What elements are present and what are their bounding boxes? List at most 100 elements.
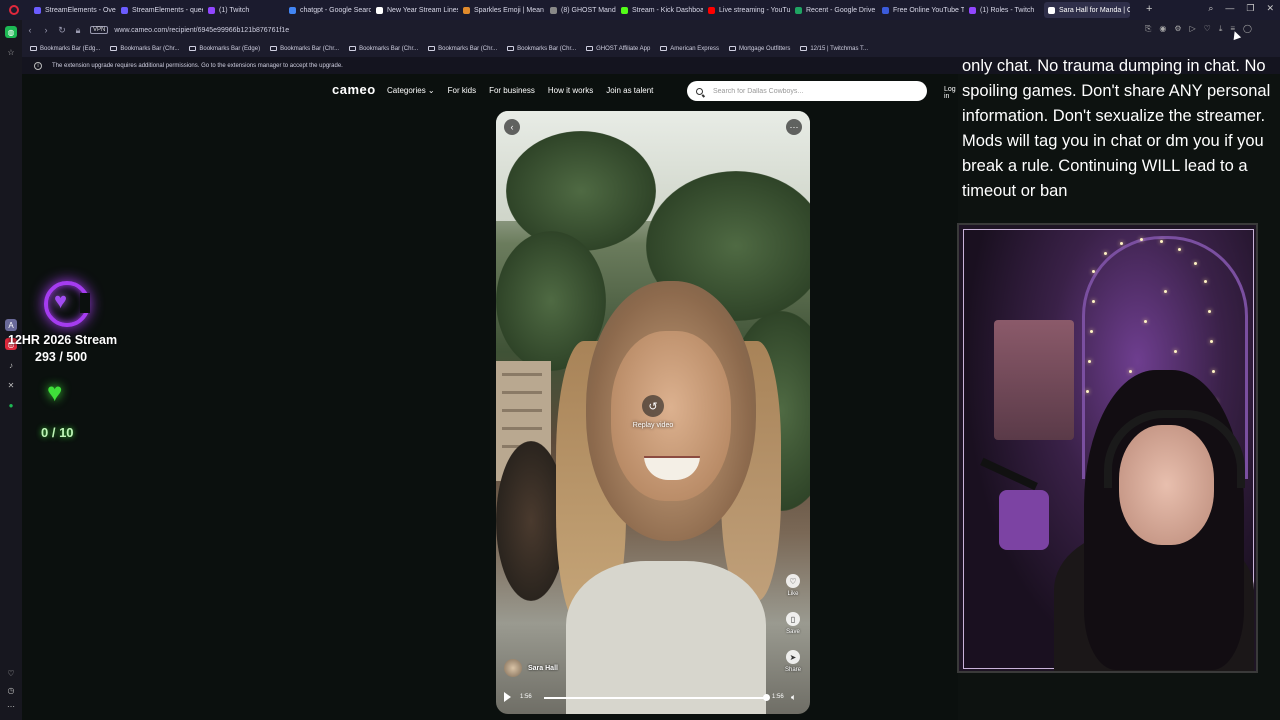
browser-tab[interactable]: (1) Roles - Twitch — [965, 2, 1043, 18]
browser-tab[interactable]: StreamElements - Overla — [30, 2, 116, 18]
heart-icon[interactable]: ♡ — [1204, 24, 1211, 34]
light-bulb — [1104, 252, 1107, 255]
bookmark-item[interactable]: Bookmarks Bar (Chr... — [428, 46, 497, 52]
heart-icon: ♡ — [786, 574, 800, 588]
url-field[interactable]: www.cameo.com/recipient/6945e99966b121b8… — [114, 27, 289, 34]
tab-label: StreamElements - Overla — [45, 6, 116, 14]
browser-tab[interactable]: Sparkles Emoji | Mean — [459, 2, 545, 18]
history-icon[interactable]: ◷ — [5, 684, 17, 696]
search-bar[interactable] — [687, 81, 927, 101]
download-icon[interactable]: ⤓ — [1219, 24, 1223, 34]
bookmark-item[interactable]: Mortgage Outfitters — [728, 46, 790, 52]
browser-tab[interactable]: New Year Stream Lines — [372, 2, 458, 18]
tab-favicon-icon — [121, 6, 128, 14]
avatar[interactable] — [504, 659, 522, 677]
tiktok-icon[interactable]: ♪ — [5, 359, 17, 371]
forward-button[interactable]: › — [38, 25, 54, 35]
login-link[interactable]: Log in — [944, 86, 958, 100]
save-button[interactable]: ▯ Save — [780, 612, 806, 635]
browser-tab[interactable]: Free Online YouTube Thu — [878, 2, 964, 18]
browser-tab[interactable]: Stream - Kick Dashboard — [617, 2, 703, 18]
progress-bar[interactable] — [544, 694, 770, 701]
camera-icon[interactable]: ◉ — [1159, 24, 1166, 34]
tab-favicon-icon — [621, 6, 628, 14]
bookmark-item[interactable]: 12/15 | Twitchmas T... — [800, 46, 868, 52]
chevron-down-icon: ⌄ — [427, 86, 435, 95]
more-options-icon[interactable]: ⋯ — [786, 119, 802, 135]
bookmark-label: Bookmarks Bar (Chr... — [120, 45, 180, 52]
close-window-button[interactable]: ✕ — [1266, 3, 1274, 14]
play-icon[interactable] — [504, 692, 511, 702]
tab-favicon-icon — [708, 6, 715, 14]
bookmark-item[interactable]: Bookmarks Bar (Chr... — [349, 46, 418, 52]
more-icon[interactable]: ⋯ — [5, 700, 17, 712]
microphone — [999, 490, 1049, 550]
replay-icon[interactable]: ↺ — [642, 395, 664, 417]
nav-for-business[interactable]: For business — [489, 86, 535, 95]
browser-tab[interactable]: (1) Twitch — [204, 2, 284, 18]
total-time: 1:56 — [772, 694, 784, 700]
info-message: The extension upgrade requires additiona… — [52, 62, 343, 69]
x-icon[interactable]: ✕ — [5, 379, 17, 391]
back-arrow-icon[interactable]: ‹ — [504, 119, 520, 135]
minimize-button[interactable]: — — [1225, 3, 1234, 14]
light-bulb — [1160, 240, 1163, 243]
creator-info[interactable]: Sara Hall — [504, 659, 558, 677]
heart-icon[interactable]: ♡ — [5, 667, 17, 679]
video-player[interactable]: ‹ ⋯ ↺ Replay video ♡ Like ▯ Save ➤ Share… — [496, 111, 810, 714]
bookmark-label: Bookmarks Bar (Chr... — [280, 45, 340, 52]
browser-tab[interactable]: Recent - Google Drive — [791, 2, 877, 18]
opera-logo[interactable] — [0, 0, 28, 20]
tab-favicon-icon — [550, 6, 557, 14]
reload-button[interactable]: ↻ — [54, 25, 70, 36]
vpn-badge[interactable]: VPN — [90, 26, 109, 34]
bookmark-item[interactable]: Bookmarks Bar (Chr... — [110, 46, 179, 52]
bookmark-item[interactable]: Bookmarks Bar (Edge) — [189, 46, 260, 52]
nav-join-as-talent[interactable]: Join as talent — [606, 86, 653, 95]
search-input[interactable] — [711, 86, 915, 96]
bookmark-item[interactable]: Bookmarks Bar (Chr... — [507, 46, 576, 52]
bookmark-item[interactable]: Bookmarks Bar (Edg... — [30, 46, 100, 52]
back-button[interactable]: ‹ — [22, 25, 38, 35]
player-icon[interactable]: ▷ — [1190, 24, 1196, 34]
light-bulb — [1194, 262, 1197, 265]
share-icon: ➤ — [786, 650, 800, 664]
browser-tab[interactable]: Live streaming - YouTube — [704, 2, 790, 18]
profile-icon[interactable]: ◯ — [1243, 24, 1252, 34]
nav-label: Categories — [387, 86, 426, 95]
volume-icon[interactable]: 🔈︎ — [791, 692, 796, 703]
nav-for-kids[interactable]: For kids — [448, 86, 476, 95]
nav-how-it-works[interactable]: How it works — [548, 86, 593, 95]
cameo-logo[interactable]: cameo — [332, 82, 376, 97]
tab-label: chatgpt - Google Search — [300, 6, 371, 14]
share-page-icon[interactable]: ⎘ — [1145, 24, 1151, 34]
bookmark-item[interactable]: Bookmarks Bar (Chr... — [270, 46, 339, 52]
tab-label: Sparkles Emoji | Mean — [474, 6, 544, 14]
aria-icon[interactable]: A — [5, 319, 17, 331]
settings-icon[interactable]: ⚙ — [1174, 24, 1181, 34]
replay-label[interactable]: Replay video — [616, 422, 690, 429]
bookmark-item[interactable]: American Express — [660, 46, 719, 52]
streamer — [980, 370, 1254, 671]
current-time: 1:56 — [520, 694, 532, 700]
browser-tab[interactable]: StreamElements - queen — [117, 2, 203, 18]
star-icon[interactable]: ☆ — [5, 46, 17, 58]
creator-name[interactable]: Sara Hall — [528, 665, 558, 672]
tab-favicon-icon — [882, 6, 889, 14]
progress-knob[interactable] — [763, 694, 770, 701]
bookmark-item[interactable]: GHOST Affiliate App — [586, 46, 650, 52]
spotify-icon[interactable]: ● — [5, 399, 17, 411]
maximize-button[interactable]: ❐ — [1246, 3, 1254, 14]
new-tab-button[interactable]: + — [1146, 3, 1152, 15]
browser-tab[interactable]: Sara Hall for Manda | Cam✕ — [1044, 2, 1130, 18]
whatsapp-icon[interactable]: ◍ — [5, 26, 17, 38]
tab-favicon-icon — [34, 6, 41, 14]
browser-tab[interactable]: chatgpt - Google Search — [285, 2, 371, 18]
bookmark-label: Bookmarks Bar (Chr... — [517, 45, 577, 52]
search-tabs-icon[interactable]: ⌕ — [1208, 3, 1213, 14]
nav-categories[interactable]: Categories ⌄ — [387, 86, 435, 95]
like-button[interactable]: ♡ Like — [780, 574, 806, 597]
share-button[interactable]: ➤ Share — [780, 650, 806, 673]
browser-tab[interactable]: (8) GHOST Manda — [546, 2, 616, 18]
tab-strip: StreamElements - Overla StreamElements - … — [30, 0, 1160, 20]
